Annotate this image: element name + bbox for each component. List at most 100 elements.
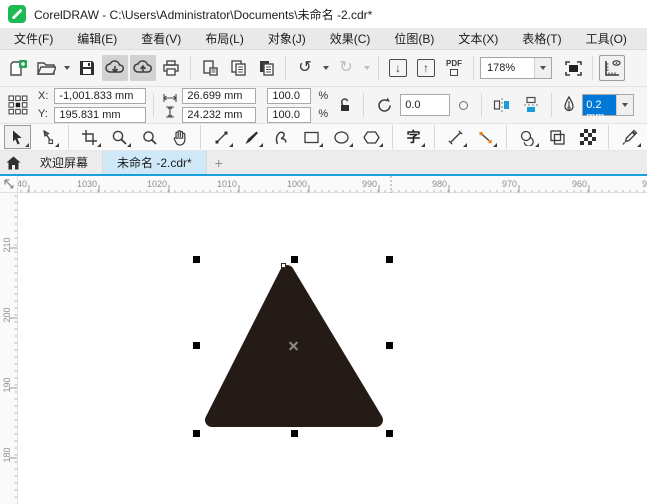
degree-icon [459,100,469,110]
dimension-tool[interactable] [442,125,469,149]
save-button[interactable] [74,55,100,81]
scale-horizontal-input[interactable]: 100.0 [267,87,312,104]
redo-button[interactable]: ↻ [333,55,359,81]
ellipse-tool[interactable] [328,125,355,149]
object-center-marker[interactable] [289,341,298,350]
menu-object[interactable]: 对象(J) [264,28,310,49]
object-x-position-input[interactable]: -1,001.833 mm [54,87,147,104]
redo-dropdown[interactable] [361,55,372,81]
ruler-origin-corner[interactable] [0,176,18,193]
selection-handle-bottom-center[interactable] [291,430,298,437]
open-document-button[interactable] [33,55,59,81]
show-rulers-toggle[interactable] [599,55,625,81]
svg-text:210: 210 [2,237,12,252]
shape-tool[interactable] [34,125,61,149]
toolbar-separator [285,56,286,80]
menu-edit[interactable]: 编辑(E) [73,28,121,49]
selection-handle-middle-left[interactable] [193,342,200,349]
selection-handle-top-left[interactable] [193,256,200,263]
vertical-ruler-svg: 210 200 190 180 [2,195,17,498]
object-origin-selector[interactable] [5,92,31,118]
selection-handle-bottom-left[interactable] [193,430,200,437]
drop-shadow-tool[interactable] [514,125,541,149]
toolbar-separator [363,93,365,117]
tab-welcome-screen[interactable]: 欢迎屏幕 [26,151,104,174]
copy-button[interactable] [225,55,251,81]
svg-text:990: 990 [362,179,377,189]
menu-view[interactable]: 查看(V) [137,28,185,49]
cut-button[interactable] [197,55,223,81]
standard-toolbar: ↺ ↻ ↓ ↑ PDF 178% [0,50,647,87]
menu-table[interactable]: 表格(T) [518,28,565,49]
zoom-level-dropdown[interactable] [534,58,551,78]
scale-vertical-input[interactable]: 100.0 [267,106,312,123]
transparency-tool[interactable] [544,125,571,149]
zoom-tool-alt[interactable] [136,125,163,149]
b-spline-tool[interactable] [268,125,295,149]
cloud-download-button[interactable] [102,55,128,81]
x-label: X: [38,90,49,102]
zoom-level-combo[interactable]: 178% [480,57,552,79]
rotation-angle-input[interactable]: 0.0 [400,94,451,116]
property-bar: X: Y: -1,001.833 mm 195.831 mm 26.699 mm… [0,87,647,124]
tab-document[interactable]: 未命名 -2.cdr* [103,151,207,174]
toolbar-separator [592,56,593,80]
y-label: Y: [38,108,48,120]
import-icon: ↓ [389,59,407,77]
open-dropdown[interactable] [61,55,72,81]
drawing-canvas[interactable] [18,193,647,504]
new-document-button[interactable] [5,55,31,81]
apex-node-marker[interactable] [281,263,286,268]
freehand-tool[interactable] [208,125,235,149]
selection-handle-middle-right[interactable] [386,342,393,349]
toolbar-separator [378,56,379,80]
outline-width-icon-button [559,92,579,118]
zoom-tool[interactable] [106,125,133,149]
pan-tool[interactable] [166,125,193,149]
mirror-horizontal-button[interactable] [489,92,515,118]
menu-effects[interactable]: 效果(C) [326,28,375,49]
pattern-fill-tool[interactable] [574,125,601,149]
crop-tool[interactable] [76,125,103,149]
object-height-input[interactable]: 24.232 mm [182,106,257,123]
lock-ratio-button[interactable] [334,92,356,118]
mirror-vertical-button[interactable] [518,92,544,118]
menu-tools[interactable]: 工具(O) [582,28,631,49]
object-y-position-input[interactable]: 195.831 mm [54,106,147,123]
import-button[interactable]: ↓ [385,55,411,81]
pick-tool[interactable] [4,125,31,149]
triangle-shape-svg[interactable] [18,193,647,504]
new-tab-button[interactable]: + [207,151,231,174]
outline-width-combo[interactable]: 0.2 mm [582,94,635,123]
menu-bitmaps[interactable]: 位图(B) [390,28,438,49]
menu-layout[interactable]: 布局(L) [201,28,248,49]
rectangle-tool[interactable] [298,125,325,149]
outline-width-dropdown[interactable] [616,95,634,115]
connector-tool[interactable] [472,125,499,149]
menu-file[interactable]: 文件(F) [10,28,57,49]
toolbox-separator [392,125,393,149]
cloud-upload-button[interactable] [130,55,156,81]
paste-button[interactable] [253,55,279,81]
eyedropper-tool[interactable] [616,125,643,149]
fullscreen-preview-button[interactable] [560,55,586,81]
undo-button[interactable]: ↺ [292,55,318,81]
polygon-tool[interactable] [358,125,385,149]
outline-width-value[interactable]: 0.2 mm [583,95,617,123]
publish-to-pdf-button[interactable]: PDF [441,55,467,81]
selection-handle-top-right[interactable] [386,256,393,263]
print-button[interactable] [158,55,184,81]
export-button[interactable]: ↑ [413,55,439,81]
zoom-level-value[interactable]: 178% [481,58,534,78]
artistic-media-tool[interactable] [238,125,265,149]
title-bar: CorelDRAW - C:\Users\Administrator\Docum… [0,0,647,28]
menu-text[interactable]: 文本(X) [454,28,502,49]
home-tab-button[interactable] [0,151,26,174]
selection-handle-bottom-right[interactable] [386,430,393,437]
object-width-input[interactable]: 26.699 mm [182,87,257,104]
selection-handle-top-center[interactable] [291,256,298,263]
undo-dropdown[interactable] [320,55,331,81]
text-tool-icon: 字 [406,129,421,145]
toolbar-separator [153,93,155,117]
text-tool[interactable]: 字 [400,125,427,149]
